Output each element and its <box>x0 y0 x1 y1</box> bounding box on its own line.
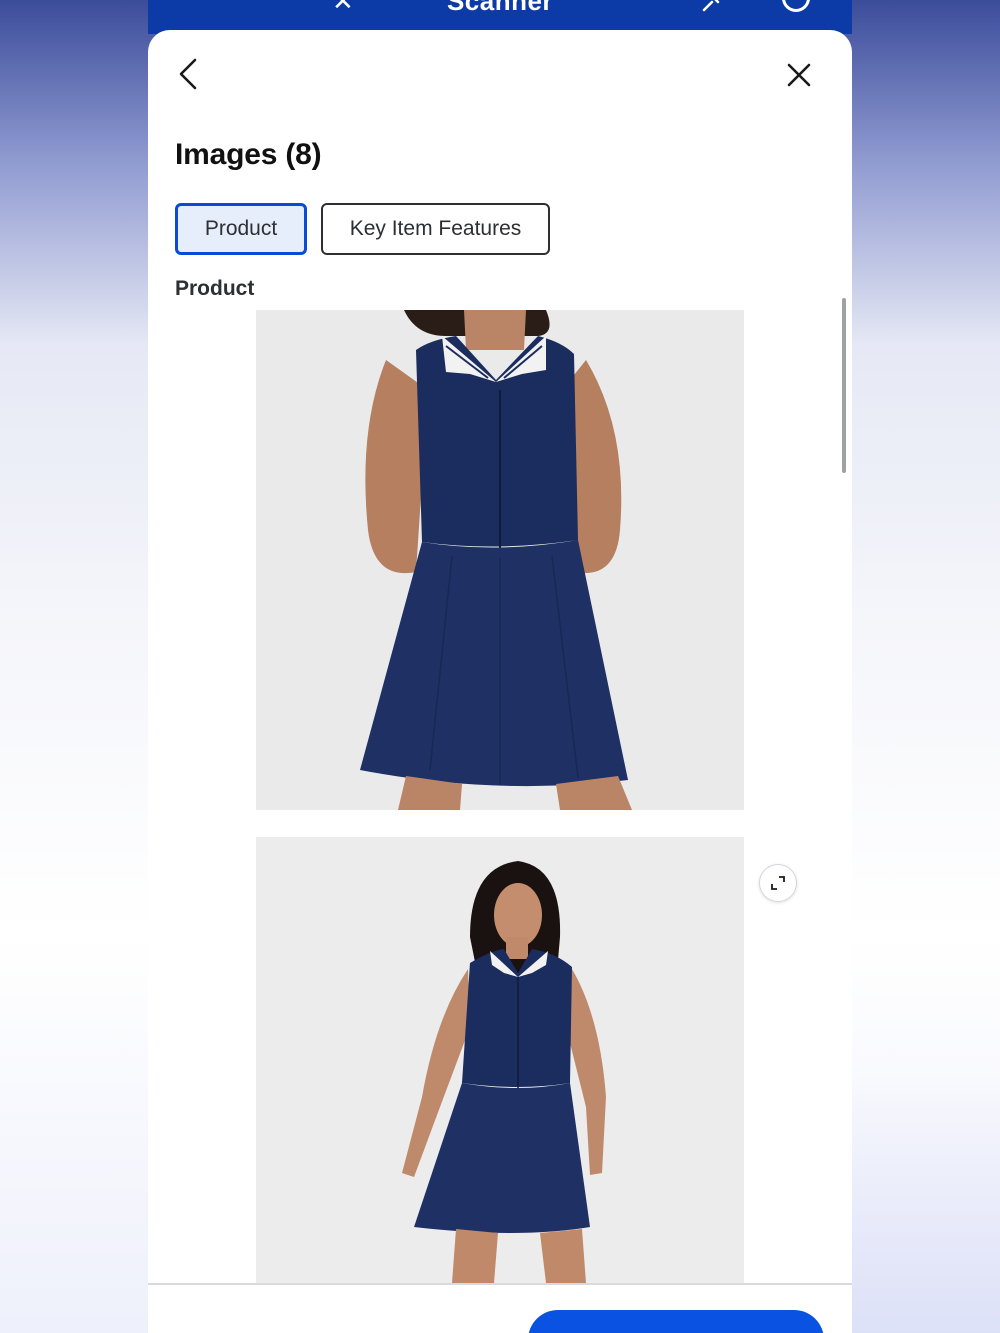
product-image-2[interactable] <box>256 837 744 1283</box>
primary-action-button[interactable] <box>528 1310 824 1333</box>
images-sheet: Images (8) Product Key Item Features Pro… <box>148 30 852 1333</box>
expand-icon <box>771 876 785 890</box>
section-heading-product: Product <box>175 277 255 300</box>
product-image-1[interactable] <box>256 310 744 810</box>
app-header: ✕ Scanner <box>148 0 852 34</box>
product-image-1-graphic <box>256 310 744 810</box>
page-title: Images (8) <box>175 138 322 171</box>
background-tint <box>850 1073 1000 1333</box>
tab-product[interactable]: Product <box>175 203 307 255</box>
close-icon[interactable] <box>782 58 816 92</box>
header-title: Scanner <box>446 0 554 16</box>
back-chevron-left-icon[interactable] <box>172 56 208 92</box>
image-category-tabs: Product Key Item Features <box>175 203 550 255</box>
expand-image-button[interactable] <box>759 864 797 902</box>
product-image-2-graphic <box>256 837 744 1283</box>
footer-divider <box>148 1283 852 1285</box>
header-pin-icon[interactable] <box>700 0 724 12</box>
scrollbar[interactable] <box>842 298 846 473</box>
tab-key-item-features[interactable]: Key Item Features <box>321 203 550 255</box>
